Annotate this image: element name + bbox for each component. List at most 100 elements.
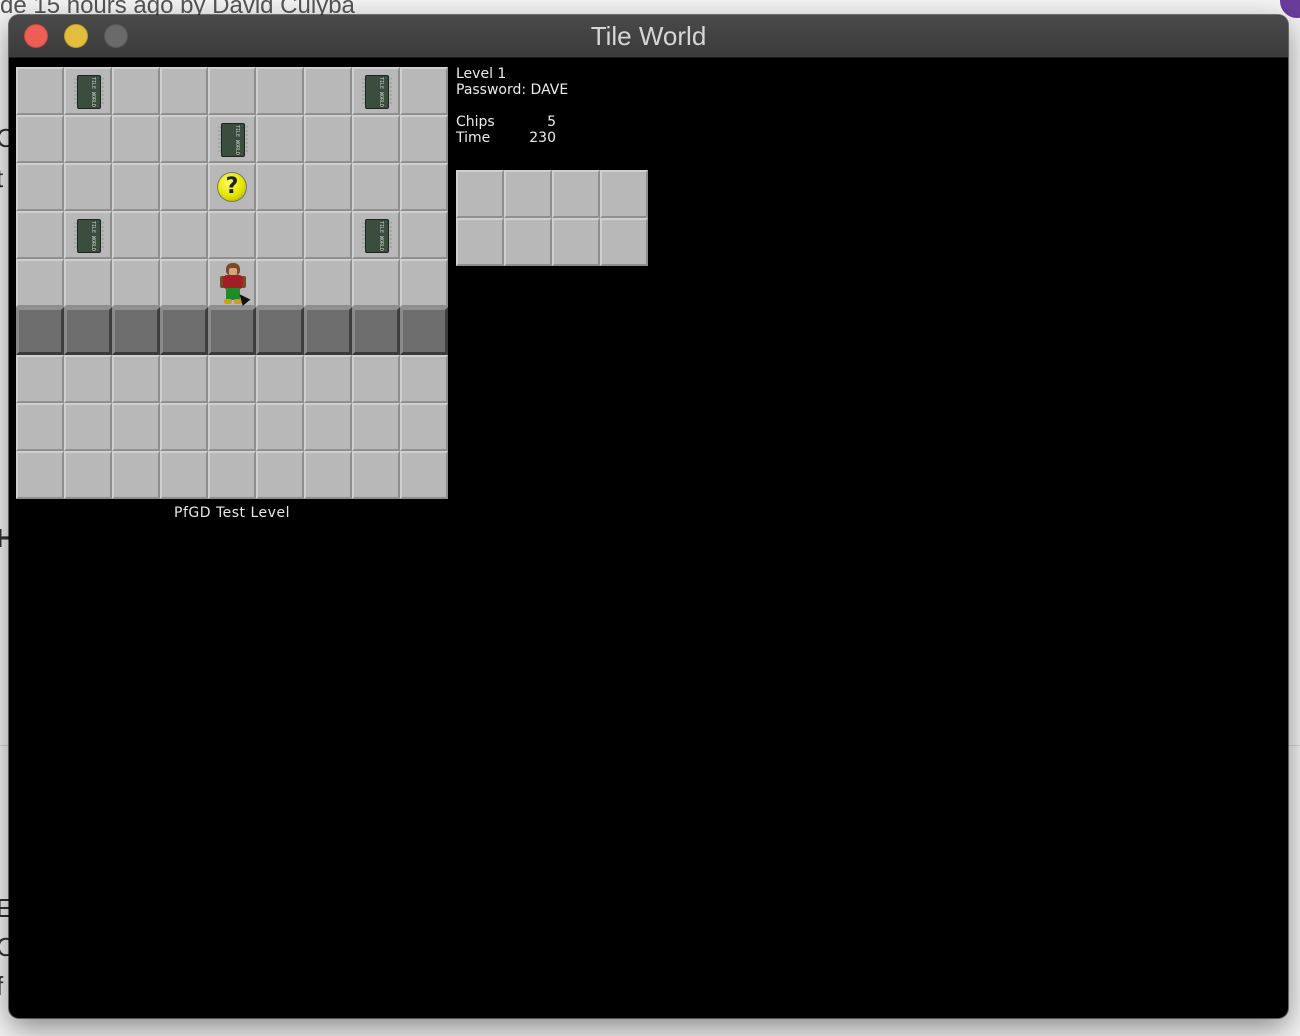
floor-tile xyxy=(208,355,256,403)
floor-tile xyxy=(16,211,64,259)
computer-chip-icon: TILE WORLD xyxy=(362,219,392,253)
floor-tile xyxy=(16,163,64,211)
window-titlebar[interactable]: Tile World xyxy=(9,15,1288,58)
inventory-slot xyxy=(456,170,504,218)
floor-tile xyxy=(256,451,304,499)
computer-chip-icon: TILE WORLD xyxy=(362,75,392,109)
inventory-slot xyxy=(600,218,648,266)
time-remaining-value: 230 xyxy=(529,130,556,146)
floor-tile xyxy=(304,355,352,403)
floor-tile xyxy=(160,211,208,259)
floor-tile xyxy=(16,403,64,451)
inventory-slot xyxy=(600,170,648,218)
inventory-slot xyxy=(456,218,504,266)
level-title: PfGD Test Level xyxy=(174,505,290,521)
chip-label: TILE WORLD xyxy=(378,220,384,252)
computer-chip-icon: TILE WORLD xyxy=(218,123,248,157)
floor-tile xyxy=(160,115,208,163)
hint-tile: ? xyxy=(208,163,256,211)
floor-tile xyxy=(256,163,304,211)
floor-tile xyxy=(256,211,304,259)
computer-chip-tile: TILE WORLD xyxy=(64,67,112,115)
wall-tile xyxy=(64,307,112,355)
floor-tile xyxy=(352,259,400,307)
floor-tile xyxy=(112,259,160,307)
floor-tile xyxy=(160,67,208,115)
wall-tile xyxy=(160,307,208,355)
floor-tile xyxy=(112,67,160,115)
floor-tile xyxy=(112,163,160,211)
floor-tile xyxy=(400,355,448,403)
player-tile xyxy=(208,259,256,307)
chips-remaining-value: 5 xyxy=(547,114,556,130)
floor-tile xyxy=(112,211,160,259)
chip-label: TILE WORLD xyxy=(378,76,384,108)
floor-tile xyxy=(256,67,304,115)
floor-tile xyxy=(64,355,112,403)
inventory-slot xyxy=(504,218,552,266)
floor-tile xyxy=(16,259,64,307)
floor-tile xyxy=(16,67,64,115)
background-letter: f xyxy=(0,971,3,1002)
floor-tile xyxy=(400,259,448,307)
floor-tile xyxy=(208,403,256,451)
floor-tile xyxy=(400,115,448,163)
floor-tile xyxy=(400,451,448,499)
tile-world-window: Tile World TILE WORLD TILE WORLD TILE WORL… xyxy=(9,15,1288,1018)
chip-label: TILE WORLD xyxy=(90,220,96,252)
floor-tile xyxy=(256,115,304,163)
wall-tile xyxy=(256,307,304,355)
floor-tile xyxy=(112,355,160,403)
time-label: Time xyxy=(456,130,491,146)
computer-chip-tile: TILE WORLD xyxy=(64,211,112,259)
floor-tile xyxy=(304,115,352,163)
floor-tile xyxy=(208,211,256,259)
wall-tile xyxy=(16,307,64,355)
floor-tile xyxy=(400,403,448,451)
floor-tile xyxy=(400,67,448,115)
level-password: Password: DAVE xyxy=(456,82,569,98)
floor-tile xyxy=(400,211,448,259)
floor-tile xyxy=(64,115,112,163)
floor-tile xyxy=(160,355,208,403)
floor-tile xyxy=(208,67,256,115)
floor-tile xyxy=(64,259,112,307)
floor-tile xyxy=(256,403,304,451)
floor-tile xyxy=(64,163,112,211)
computer-chip-tile: TILE WORLD xyxy=(352,67,400,115)
floor-tile xyxy=(304,211,352,259)
floor-tile xyxy=(64,403,112,451)
wall-tile xyxy=(304,307,352,355)
inventory-slot xyxy=(552,218,600,266)
wall-tile xyxy=(400,307,448,355)
floor-tile xyxy=(256,355,304,403)
inventory-slot xyxy=(504,170,552,218)
floor-tile xyxy=(352,355,400,403)
floor-tile xyxy=(160,451,208,499)
floor-tile xyxy=(400,163,448,211)
floor-tile xyxy=(112,451,160,499)
computer-chip-tile: TILE WORLD xyxy=(352,211,400,259)
floor-tile xyxy=(352,403,400,451)
chip-label: TILE WORLD xyxy=(234,124,240,156)
wall-tile xyxy=(208,307,256,355)
wall-tile xyxy=(352,307,400,355)
floor-tile xyxy=(352,115,400,163)
floor-tile xyxy=(64,451,112,499)
floor-tile xyxy=(112,115,160,163)
floor-tile xyxy=(160,403,208,451)
chip-label: TILE WORLD xyxy=(90,76,96,108)
floor-tile xyxy=(304,259,352,307)
computer-chip-icon: TILE WORLD xyxy=(74,75,104,109)
floor-tile xyxy=(352,163,400,211)
window-title: Tile World xyxy=(590,21,707,51)
computer-chip-tile: TILE WORLD xyxy=(208,115,256,163)
background-letter: t xyxy=(0,163,3,194)
floor-tile xyxy=(160,259,208,307)
floor-tile xyxy=(304,451,352,499)
floor-tile xyxy=(304,403,352,451)
inventory-slot xyxy=(552,170,600,218)
wall-tile xyxy=(112,307,160,355)
floor-tile xyxy=(208,451,256,499)
floor-tile xyxy=(304,67,352,115)
